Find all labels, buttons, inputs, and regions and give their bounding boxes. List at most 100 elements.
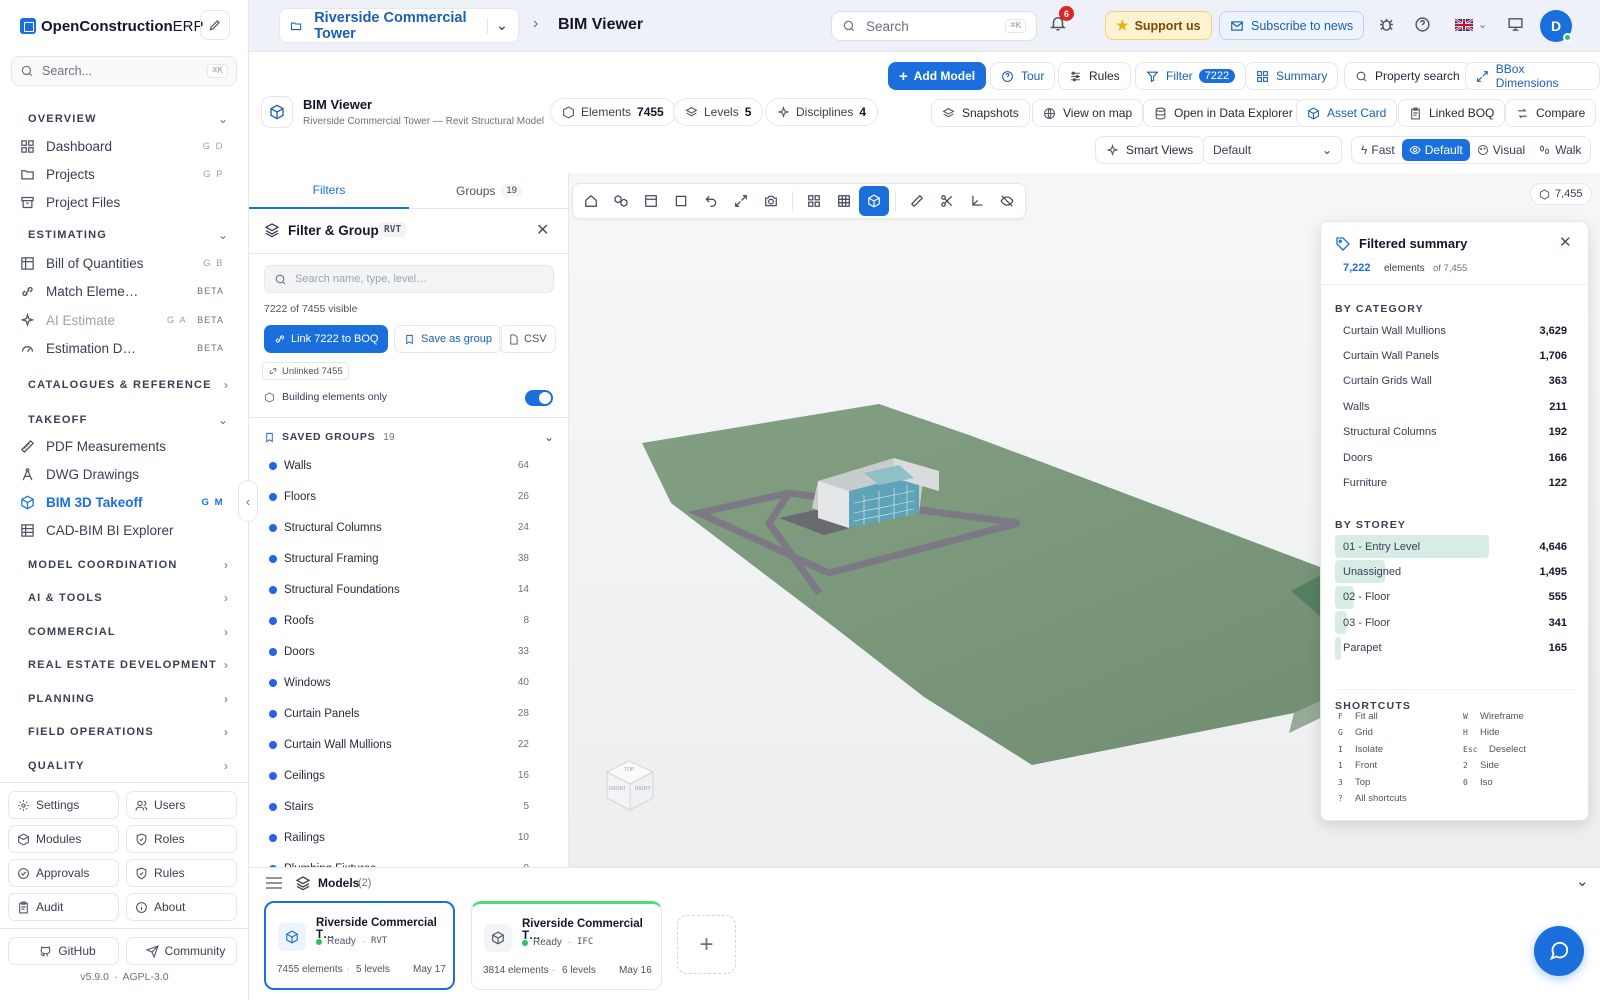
grid-toggle-button[interactable] <box>799 186 829 216</box>
filter-button[interactable]: Filter 7222 <box>1135 62 1247 90</box>
settings-button[interactable]: Settings <box>8 791 119 819</box>
table-view-button[interactable] <box>829 186 859 216</box>
save-as-group-button[interactable]: Save as group <box>394 325 502 353</box>
sidebar-item-projects[interactable]: Projects G P <box>20 161 230 187</box>
explode-button[interactable] <box>606 186 636 216</box>
app-logo[interactable]: OpenConstruction ERP <box>20 16 204 36</box>
saved-group-item[interactable]: Walls 64 <box>269 450 529 481</box>
saved-group-item[interactable]: Railings 10 <box>269 822 529 853</box>
subscribe-button[interactable]: Subscribe to news <box>1219 11 1365 40</box>
section-catalogues[interactable]: CATALOGUES & REFERENCE › <box>28 376 228 394</box>
sidebar-item-project-files[interactable]: Project Files <box>20 189 230 215</box>
fullscreen-button[interactable] <box>726 186 756 216</box>
measure-button[interactable] <box>902 186 932 216</box>
sidebar-search-input[interactable]: Search... ⌘K <box>11 56 237 86</box>
section-takeoff[interactable]: TAKEOFF ⌄ <box>28 411 228 429</box>
unlinked-badge[interactable]: Unlinked 7455 <box>262 362 349 380</box>
category-row[interactable]: Curtain Grids Wall 363 <box>1335 370 1575 393</box>
users-button[interactable]: Users <box>126 791 237 819</box>
sidebar-item-dashboard[interactable]: Dashboard G D <box>20 133 230 159</box>
filter-search-input[interactable]: Search name, type, level… <box>264 265 554 293</box>
sidebar-item-dwg-drawings[interactable]: DWG Drawings <box>20 461 230 487</box>
sidebar-collapse-button[interactable]: ‹ <box>238 480 258 522</box>
3d-view-button[interactable] <box>859 186 889 216</box>
category-row[interactable]: Curtain Wall Panels 1,706 <box>1335 344 1575 367</box>
add-model-card[interactable]: + <box>677 915 736 974</box>
section-cut-button[interactable] <box>932 186 962 216</box>
storey-row[interactable]: 03 - Floor 341 <box>1335 611 1575 635</box>
open-in-data-explorer-button[interactable]: Open in Data Explorer <box>1143 99 1304 127</box>
csv-export-button[interactable]: CSV <box>499 325 556 353</box>
smart-views-button[interactable]: Smart Views <box>1095 136 1205 164</box>
chat-support-button[interactable] <box>1534 926 1584 976</box>
project-selector[interactable]: Riverside Commercial Tower ⌄ <box>279 8 519 43</box>
asset-card-button[interactable]: Asset Card <box>1296 99 1398 127</box>
saved-group-item[interactable]: Structural Foundations 14 <box>269 574 529 605</box>
sidebar-item-boq[interactable]: Bill of Quantities G B <box>20 250 230 276</box>
storey-row[interactable]: 02 - Floor 555 <box>1335 585 1575 609</box>
render-visual-button[interactable]: Visual <box>1470 139 1532 161</box>
render-default-button[interactable]: Default <box>1401 139 1470 161</box>
snapshots-button[interactable]: Snapshots <box>931 99 1030 127</box>
monitor-icon[interactable] <box>1507 16 1524 33</box>
saved-group-item[interactable]: Plumbing Fixtures9 <box>269 853 529 867</box>
rules-button[interactable]: Rules <box>1058 62 1131 90</box>
axes-button[interactable] <box>962 186 992 216</box>
model-card[interactable]: Riverside Commercial T… Ready · IFC 3814… <box>471 901 662 990</box>
category-row[interactable]: Structural Columns 192 <box>1335 421 1575 444</box>
sidebar-item-match-elements[interactable]: Match Eleme… BETA <box>20 278 230 304</box>
property-search-button[interactable]: Property search <box>1344 62 1471 90</box>
section-quality[interactable]: QUALITY › <box>28 757 228 775</box>
support-button[interactable]: ★ Support us <box>1105 11 1212 40</box>
tab-groups[interactable]: Groups 19 <box>409 173 569 209</box>
section-overview[interactable]: OVERVIEW ⌄ <box>28 110 228 128</box>
home-view-button[interactable] <box>576 186 606 216</box>
drag-handle-icon[interactable] <box>265 876 283 890</box>
render-fast-button[interactable]: ϟ Fast <box>1354 139 1402 161</box>
category-row[interactable]: Curtain Wall Mullions 3,629 <box>1335 319 1575 342</box>
building-only-toggle[interactable] <box>525 390 553 406</box>
collapse-models-button[interactable]: ⌄ <box>1576 872 1589 890</box>
storey-row[interactable]: 01 - Entry Level 4,646 <box>1335 535 1575 558</box>
render-walk-button[interactable]: Walk <box>1532 139 1588 161</box>
saved-group-item[interactable]: Curtain Panels 28 <box>269 698 529 729</box>
storey-row[interactable]: Unassigned 1,495 <box>1335 560 1575 584</box>
summary-button[interactable]: Summary <box>1245 62 1339 90</box>
audit-button[interactable]: Audit <box>8 893 119 921</box>
notifications-button[interactable]: 6 <box>1049 6 1074 32</box>
hide-button[interactable] <box>992 186 1022 216</box>
compare-button[interactable]: Compare <box>1505 99 1597 127</box>
screenshot-button[interactable] <box>756 186 786 216</box>
tab-filters[interactable]: Filters <box>249 173 409 209</box>
select-box-button[interactable] <box>666 186 696 216</box>
saved-group-item[interactable]: Curtain Wall Mullions 22 <box>269 729 529 760</box>
category-row[interactable]: Walls 211 <box>1335 395 1575 418</box>
undo-button[interactable] <box>696 186 726 216</box>
view-preset-select[interactable]: Default ⌄ <box>1203 136 1342 164</box>
saved-group-item[interactable]: Structural Framing 38 <box>269 543 529 574</box>
section-ai-tools[interactable]: AI & TOOLS › <box>28 589 228 607</box>
saved-group-item[interactable]: Ceilings 16 <box>269 760 529 791</box>
section-commercial[interactable]: COMMERCIAL › <box>28 623 228 641</box>
model-card[interactable]: Riverside Commercial T… Ready · RVT 7455… <box>264 901 455 990</box>
sidebar-item-bim-takeoff[interactable]: BIM 3D Takeoff G M <box>20 489 230 515</box>
global-search-input[interactable]: Search ⌘K <box>831 11 1037 41</box>
add-model-button[interactable]: + Add Model <box>888 62 987 90</box>
linked-boq-button[interactable]: Linked BOQ <box>1398 99 1506 127</box>
saved-group-item[interactable]: Roofs 8 <box>269 605 529 636</box>
roles-button[interactable]: Roles <box>126 825 237 853</box>
user-avatar[interactable]: D <box>1540 10 1572 42</box>
rules-button-sidebar[interactable]: Rules <box>126 859 237 887</box>
view-on-map-button[interactable]: View on map <box>1032 99 1144 127</box>
sidebar-item-cad-bim-explorer[interactable]: CAD-BIM BI Explorer <box>20 517 230 543</box>
saved-group-item[interactable]: Floors 26 <box>269 481 529 512</box>
community-button[interactable]: Community <box>126 937 237 965</box>
category-row[interactable]: Doors 166 <box>1335 446 1575 469</box>
saved-groups-header[interactable]: SAVED GROUPS 19 ⌄ <box>264 428 554 446</box>
saved-group-item[interactable]: Windows 40 <box>269 667 529 698</box>
github-button[interactable]: GitHub <box>8 937 119 965</box>
saved-group-item[interactable]: Structural Columns 24 <box>269 512 529 543</box>
saved-group-item[interactable]: Doors 33 <box>269 636 529 667</box>
approvals-button[interactable]: Approvals <box>8 859 119 887</box>
sidebar-item-ai-estimate[interactable]: AI Estimate G A BETA <box>20 307 230 333</box>
